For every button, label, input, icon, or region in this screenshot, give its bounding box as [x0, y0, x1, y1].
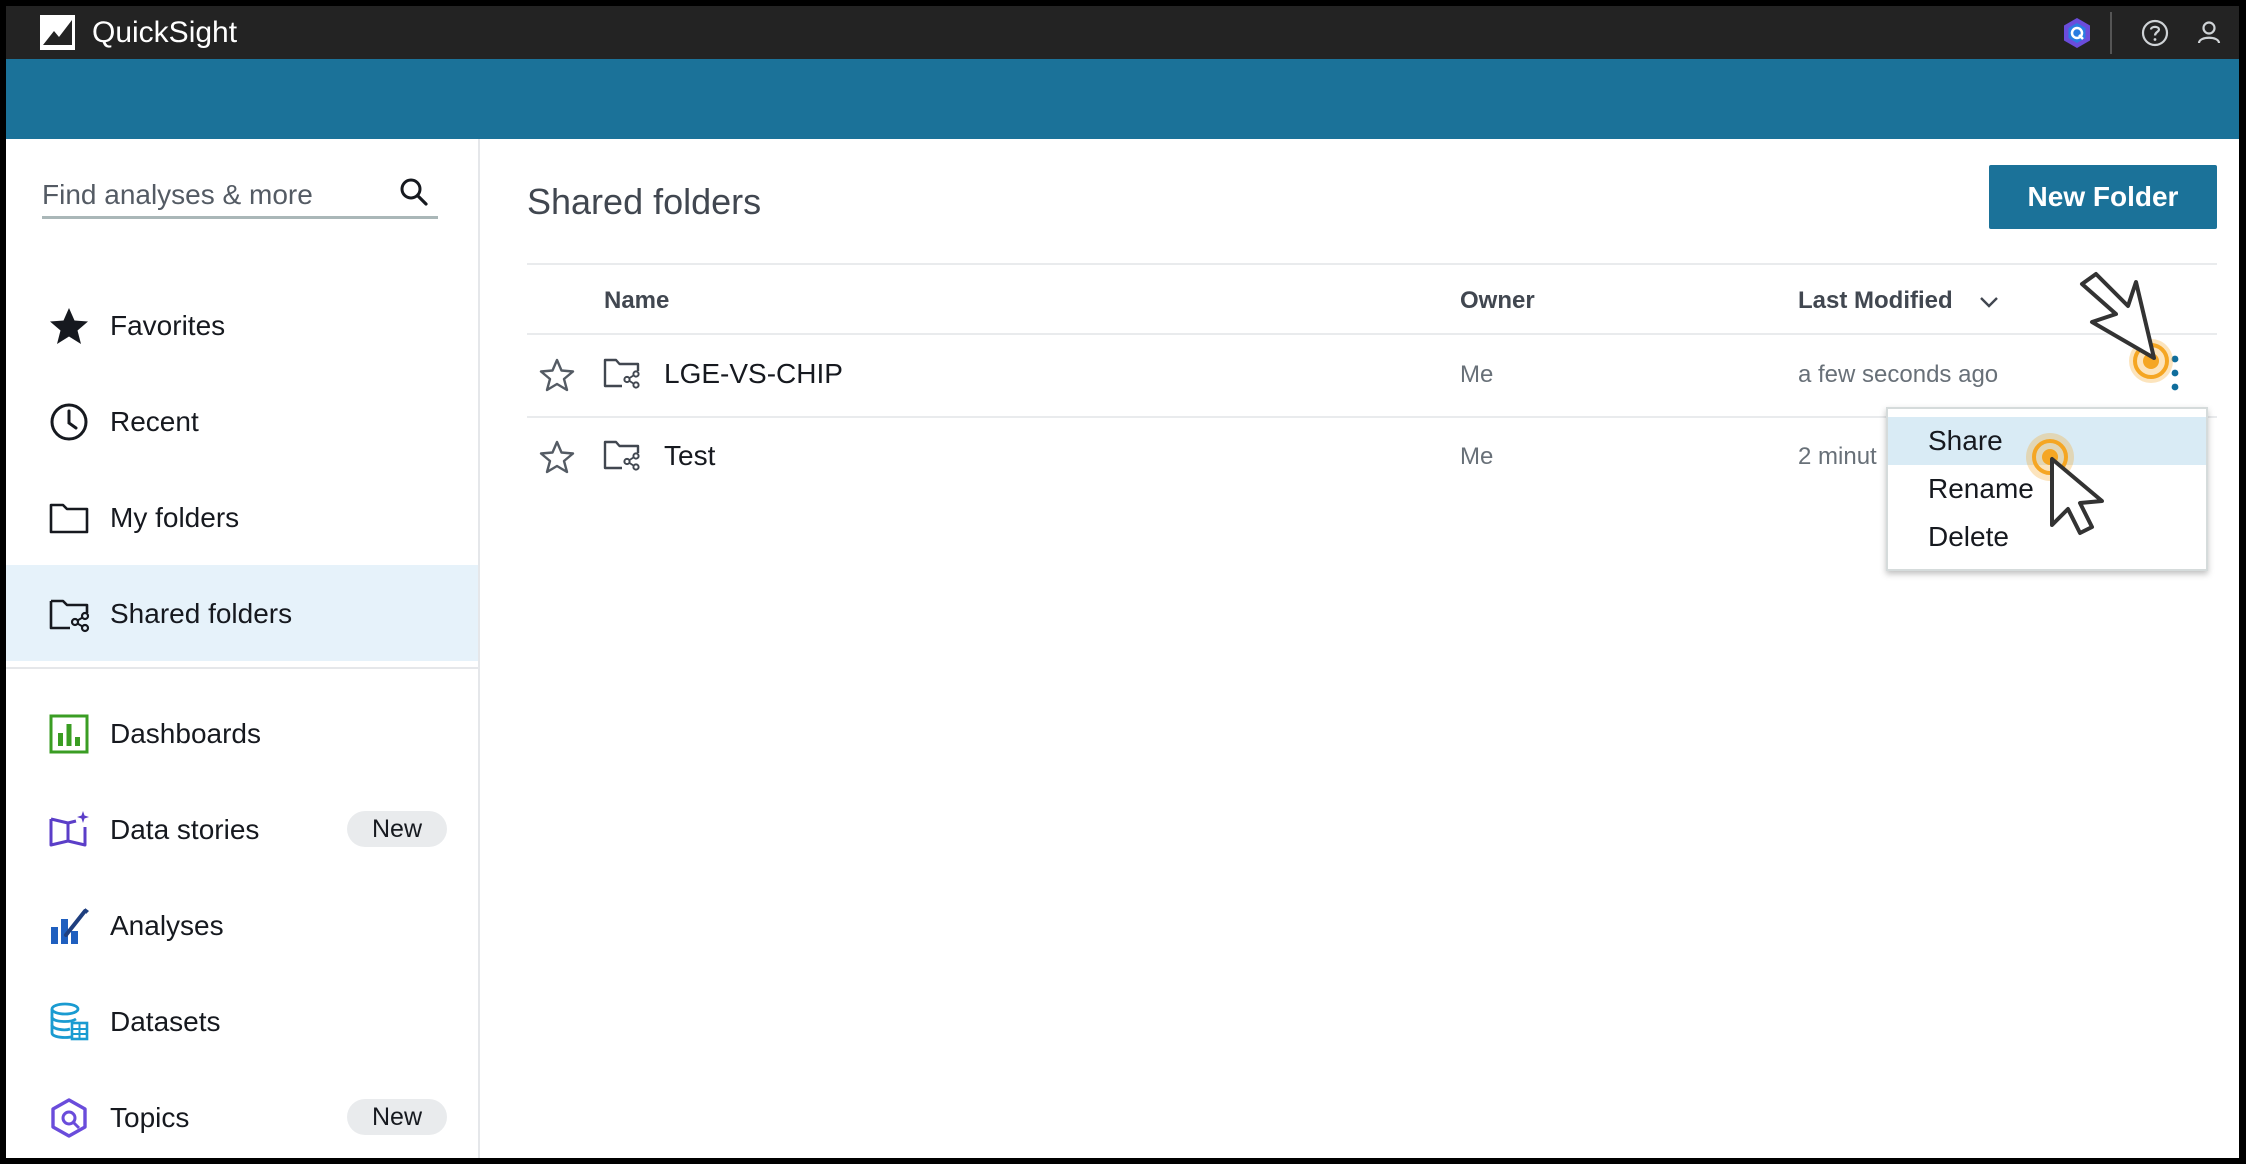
sidebar-item-label: Datasets	[110, 1006, 221, 1037]
table-row[interactable]: LGE-VS-CHIP Me a few seconds ago	[527, 335, 2217, 417]
dashboard-icon	[49, 714, 89, 754]
analyses-icon	[51, 908, 89, 944]
quicksight-logo-icon[interactable]	[40, 15, 75, 50]
new-badge: New	[347, 1099, 447, 1135]
folder-name[interactable]: LGE-VS-CHIP	[664, 357, 843, 391]
topics-icon	[51, 1098, 87, 1138]
sidebar-item-analyses[interactable]: Analyses	[6, 877, 478, 973]
sidebar-item-label: Topics	[110, 1102, 190, 1133]
sidebar-item-label: My folders	[110, 502, 240, 533]
shared-folder-icon	[49, 599, 90, 633]
user-icon[interactable]	[2192, 16, 2226, 50]
shared-folder-icon	[603, 358, 640, 389]
sidebar: Favorites Recent My folders	[6, 139, 480, 1158]
sidebar-item-datasets[interactable]: Datasets	[6, 973, 478, 1069]
sidebar-item-recent[interactable]: Recent	[6, 373, 478, 469]
sidebar-item-label: Dashboards	[110, 718, 261, 749]
header-banner	[6, 59, 2239, 139]
star-outline-icon[interactable]	[539, 439, 575, 475]
column-header-name[interactable]: Name	[604, 286, 669, 316]
page-title: Shared folders	[527, 181, 762, 222]
sidebar-item-data-stories[interactable]: Data stories New	[6, 781, 478, 877]
sidebar-divider	[6, 667, 478, 669]
last-modified-cell: 2 minut	[1798, 443, 1877, 470]
sidebar-item-my-folders[interactable]: My folders	[6, 469, 478, 565]
chevron-down-icon[interactable]	[1977, 290, 2001, 314]
star-filled-icon	[50, 308, 88, 344]
clock-icon	[50, 403, 88, 441]
click-cursor-icon	[2026, 433, 2104, 535]
datasets-icon	[50, 1002, 89, 1041]
amazon-q-icon[interactable]	[2060, 16, 2094, 50]
sidebar-item-label: Analyses	[110, 910, 224, 941]
sidebar-item-label: Shared folders	[110, 598, 293, 629]
toolbar-divider	[2110, 12, 2112, 54]
column-header-last-modified[interactable]: Last Modified	[1798, 286, 1953, 316]
last-modified-cell: a few seconds ago	[1798, 361, 1999, 388]
owner-cell: Me	[1460, 443, 1494, 470]
shared-folder-icon	[603, 440, 640, 471]
sidebar-item-shared-folders[interactable]: Shared folders	[6, 565, 478, 661]
column-header-owner[interactable]: Owner	[1460, 286, 1535, 316]
star-outline-icon[interactable]	[539, 357, 575, 393]
folder-name[interactable]: Test	[664, 439, 715, 473]
new-badge: New	[347, 811, 447, 847]
sidebar-item-dashboards[interactable]: Dashboards	[6, 685, 478, 781]
search-box	[42, 175, 438, 219]
help-icon[interactable]	[2138, 16, 2172, 50]
top-bar: QuickSight	[6, 6, 2239, 59]
sidebar-item-topics[interactable]: Topics New	[6, 1069, 478, 1158]
owner-cell: Me	[1460, 361, 1494, 388]
table-top-divider	[527, 263, 2217, 265]
app-title: QuickSight	[92, 16, 238, 49]
data-stories-icon	[49, 811, 89, 847]
sidebar-item-label: Favorites	[110, 310, 226, 341]
sidebar-item-favorites[interactable]: Favorites	[6, 277, 478, 373]
folder-icon	[49, 503, 89, 534]
sidebar-item-label: Data stories	[110, 814, 260, 845]
search-icon[interactable]	[396, 175, 432, 211]
sidebar-item-label: Recent	[110, 406, 199, 437]
main-content: Shared folders New Folder Name Owner Las…	[482, 139, 2239, 1158]
app-window: QuickSight Find analyses & more Favorite…	[6, 6, 2239, 1158]
click-cursor-icon	[2080, 272, 2173, 383]
new-folder-button[interactable]: New Folder	[1989, 165, 2217, 229]
search-input[interactable]	[42, 175, 382, 215]
